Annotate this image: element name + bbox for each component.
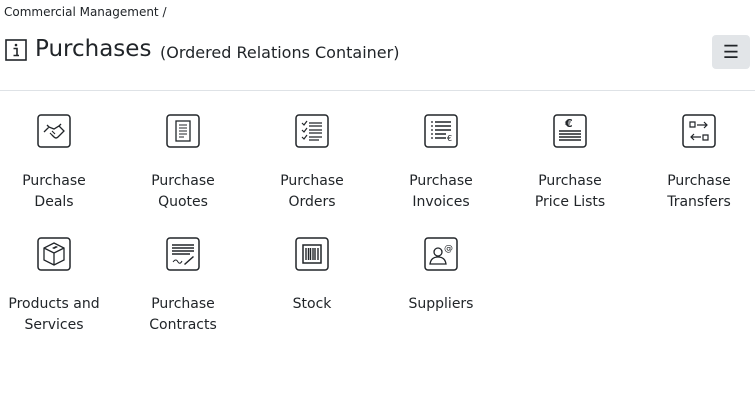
barcode-icon xyxy=(295,237,329,271)
tile-label: Stock xyxy=(292,296,332,312)
tile-purchase-price-lists[interactable]: € Purchase Price Lists xyxy=(506,114,634,213)
tile-suppliers[interactable]: @ Suppliers xyxy=(377,237,505,315)
transfer-arrows-icon xyxy=(682,114,716,148)
contract-signature-icon xyxy=(166,237,200,271)
tile-label: Products and Services xyxy=(8,296,100,333)
tile-label: Purchase Deals xyxy=(22,173,86,210)
tile-purchase-invoices[interactable]: € Purchase Invoices xyxy=(377,114,505,213)
euro-price-list-icon: € xyxy=(553,114,587,148)
page-title: Purchases xyxy=(35,36,152,62)
order-checklist-icon xyxy=(295,114,329,148)
tile-label: Purchase Contracts xyxy=(149,296,217,333)
supplier-contact-icon: @ xyxy=(424,237,458,271)
svg-text:€: € xyxy=(564,117,573,130)
info-icon[interactable] xyxy=(5,39,27,61)
tile-label: Suppliers xyxy=(408,296,474,312)
handshake-icon xyxy=(37,114,71,148)
header-divider xyxy=(0,90,755,91)
svg-text:€: € xyxy=(447,134,452,143)
svg-text:@: @ xyxy=(444,244,453,254)
tile-purchase-deals[interactable]: Purchase Deals xyxy=(0,114,118,213)
tile-purchase-quotes[interactable]: Purchase Quotes xyxy=(119,114,247,213)
tile-label: Purchase Transfers xyxy=(667,173,731,210)
tile-label: Purchase Invoices xyxy=(409,173,473,210)
tile-label: Purchase Orders xyxy=(280,173,344,210)
tile-label: Purchase Price Lists xyxy=(534,173,606,210)
tile-stock[interactable]: Stock xyxy=(248,237,376,315)
tile-purchase-orders[interactable]: Purchase Orders xyxy=(248,114,376,213)
tile-products-and-services[interactable]: Products and Services xyxy=(0,237,118,336)
tile-purchase-transfers[interactable]: Purchase Transfers xyxy=(635,114,755,213)
box-icon xyxy=(37,237,71,271)
tile-purchase-contracts[interactable]: Purchase Contracts xyxy=(119,237,247,336)
quote-document-icon xyxy=(166,114,200,148)
hamburger-icon: ☰ xyxy=(722,42,740,62)
page-header: Purchases (Ordered Relations Container) … xyxy=(0,30,755,70)
invoice-icon: € xyxy=(424,114,458,148)
page-subtitle: (Ordered Relations Container) xyxy=(160,43,400,62)
breadcrumb[interactable]: Commercial Management / xyxy=(4,5,167,19)
tile-label: Purchase Quotes xyxy=(151,173,215,210)
menu-button[interactable]: ☰ xyxy=(712,35,750,69)
